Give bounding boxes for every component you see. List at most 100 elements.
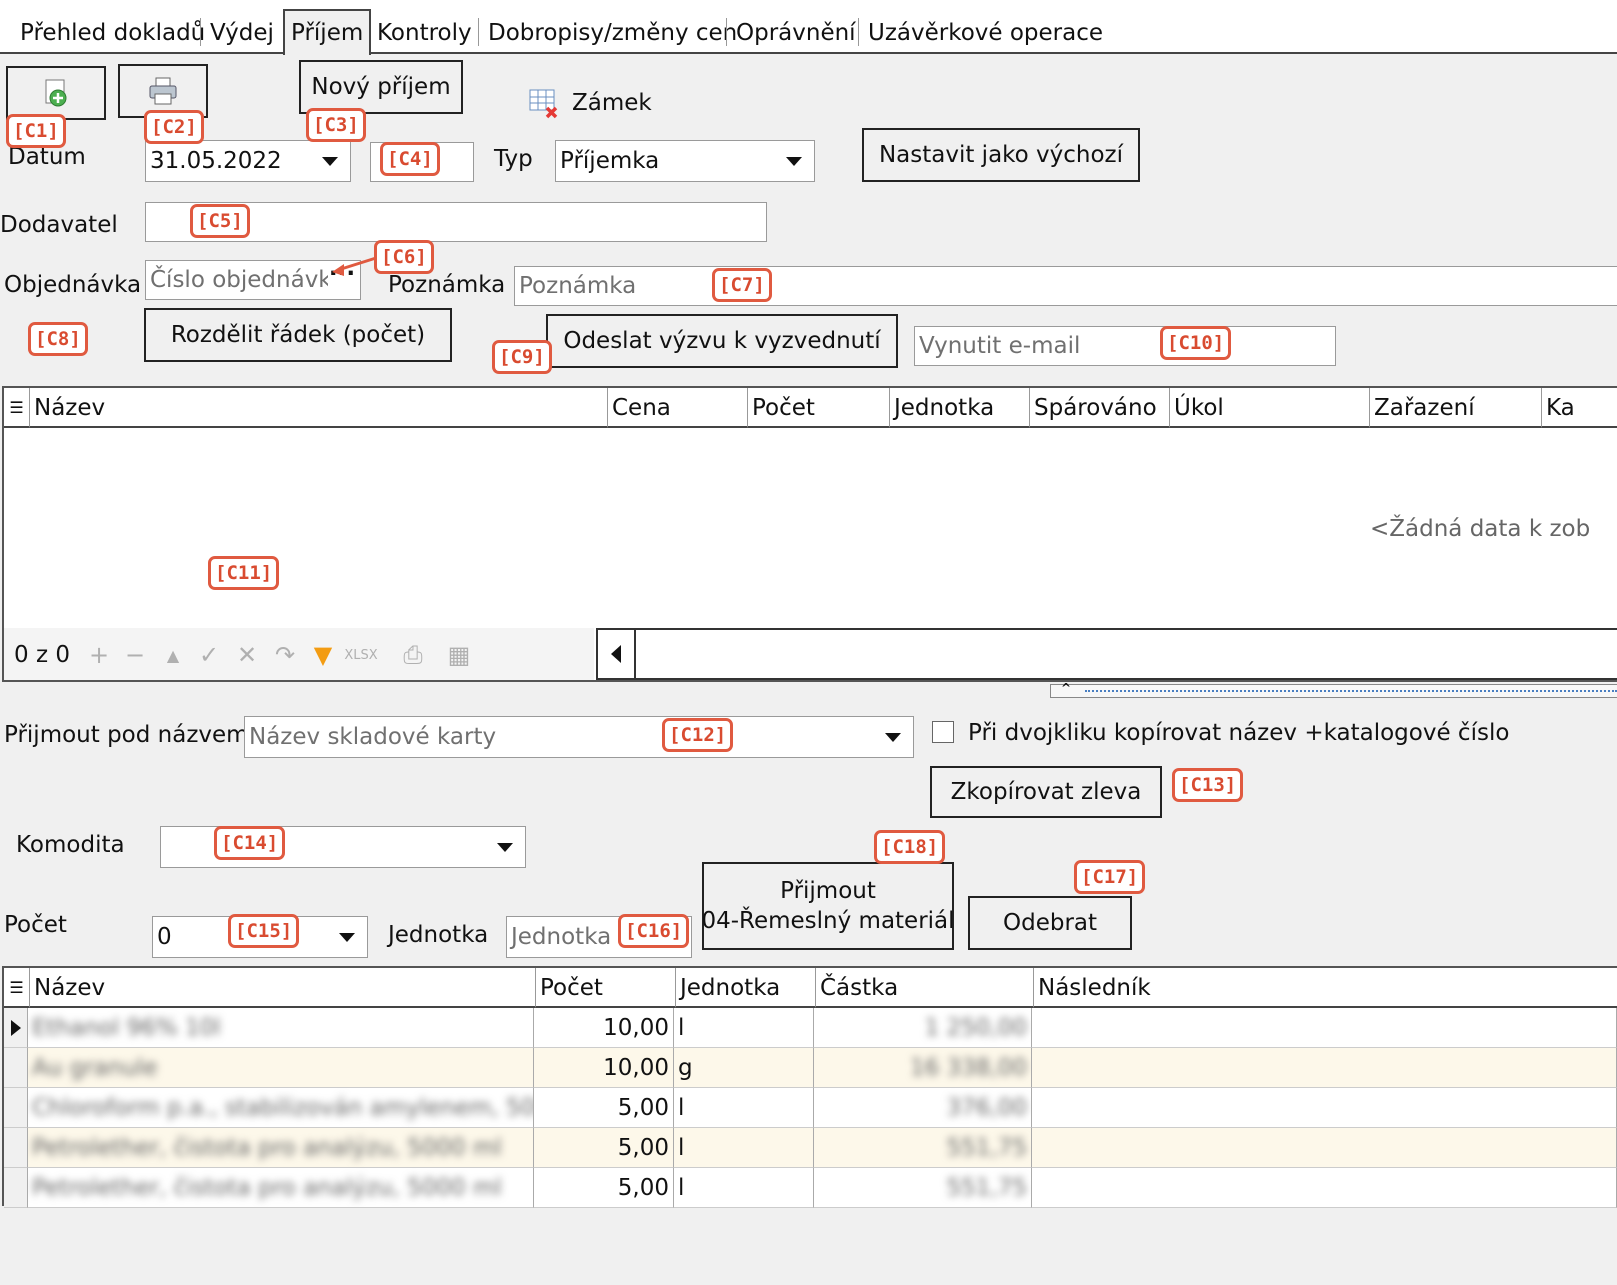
marker-c18: [C18] (874, 830, 946, 864)
tab-dobropisy[interactable]: Dobropisy/změny cen (488, 14, 737, 52)
column-header-castka[interactable]: Částka (816, 968, 1034, 1008)
column-header-nazev[interactable]: Název (30, 968, 536, 1008)
table-row[interactable]: Chloroform p.a., stabilizován amylenem, … (4, 1088, 1617, 1128)
column-header-nazev[interactable]: Název (30, 388, 608, 428)
cell-castka-value: 1 250,00 (924, 1015, 1027, 1041)
scroll-left-icon[interactable] (598, 630, 636, 678)
chevron-down-icon[interactable] (786, 157, 802, 166)
layout-grid-icon[interactable]: ▦ (442, 630, 476, 680)
chevron-down-icon[interactable] (497, 843, 513, 852)
cell-nazev[interactable]: Au granule (28, 1048, 534, 1088)
cell-nazev[interactable]: Petrolether, čistota pro analýzu, 5000 m… (28, 1128, 534, 1168)
tab-vydej[interactable]: Výdej (210, 14, 274, 52)
objednavka-label: Objednávka (4, 272, 142, 298)
column-header-naslednik[interactable]: Následník (1034, 968, 1617, 1008)
poznamka-field[interactable]: Poznámka (514, 266, 1617, 306)
datum-field[interactable]: 31.05.2022 (145, 140, 351, 182)
accept-button[interactable]: Přijmout 04-Řemeslný materiál (701, 862, 955, 950)
column-header-zarazeni[interactable]: Zařazení (1370, 388, 1542, 428)
excel-export-icon[interactable]: XLSX (344, 630, 378, 680)
typ-select[interactable]: Příjemka (555, 140, 815, 182)
column-header-pocet[interactable]: Počet (536, 968, 676, 1008)
tab-kontroly[interactable]: Kontroly (377, 14, 472, 52)
typ-value: Příjemka (560, 148, 660, 174)
plus-icon[interactable]: + (82, 630, 116, 680)
cell-naslednik[interactable] (1032, 1048, 1617, 1088)
cell-nazev[interactable]: Chloroform p.a., stabilizován amylenem, … (28, 1088, 534, 1128)
up-icon[interactable]: ▲ (156, 630, 190, 680)
splitter-handle[interactable]: ^ (1050, 681, 1617, 698)
row-indicator-icon[interactable] (4, 1008, 28, 1048)
print-grid-icon[interactable]: ⎙ (396, 630, 430, 680)
chevron-down-icon[interactable] (885, 733, 901, 742)
copy-name-checkbox[interactable] (932, 721, 954, 743)
cell-jednotka-value: l (678, 1175, 685, 1201)
column-header-sparovano[interactable]: Spárováno (1030, 388, 1170, 428)
column-header-pocet[interactable]: Počet (748, 388, 890, 428)
column-header-ukol[interactable]: Úkol (1170, 388, 1370, 428)
cell-naslednik[interactable] (1032, 1008, 1617, 1048)
copy-left-button[interactable]: Zkopírovat zleva (930, 766, 1162, 818)
cell-pocet[interactable]: 10,00 (534, 1048, 674, 1088)
cell-castka[interactable]: 551,75 (814, 1128, 1032, 1168)
cell-jednotka[interactable]: l (674, 1008, 814, 1048)
cell-naslednik[interactable] (1032, 1128, 1617, 1168)
column-header-ka[interactable]: Ka (1542, 388, 1617, 428)
cell-castka[interactable]: 1 250,00 (814, 1008, 1032, 1048)
table-row[interactable]: Petrolether, čistota pro analýzu, 5000 m… (4, 1168, 1617, 1208)
column-header-jednotka[interactable]: Jednotka (890, 388, 1030, 428)
marker-c16: [C16] (618, 914, 690, 948)
collapse-up-icon[interactable]: ^ (1061, 681, 1071, 695)
cell-naslednik[interactable] (1032, 1168, 1617, 1208)
copy-name-checkbox-label[interactable]: Při dvojkliku kopírovat název +katalogov… (968, 720, 1509, 746)
split-row-button[interactable]: Rozdělit řádek (počet) (144, 308, 452, 362)
refresh-icon[interactable]: ↷ (268, 630, 302, 680)
column-header-cena[interactable]: Cena (608, 388, 748, 428)
add-button[interactable] (6, 66, 106, 120)
chevron-down-icon[interactable] (322, 157, 338, 166)
check-icon[interactable]: ✓ (192, 630, 226, 680)
cell-castka[interactable]: 551,75 (814, 1168, 1032, 1208)
table-row[interactable]: Ethanol 96% 10l 10,00 l 1 250,00 (4, 1008, 1617, 1048)
cell-nazev[interactable]: Ethanol 96% 10l (28, 1008, 534, 1048)
row-selector[interactable] (4, 1088, 28, 1128)
horizontal-scrollbar[interactable] (596, 628, 1617, 680)
column-header-jednotka[interactable]: Jednotka (676, 968, 816, 1008)
receive-name-select[interactable]: Název skladové karty (244, 716, 914, 758)
cell-naslednik[interactable] (1032, 1088, 1617, 1128)
tab-prijem[interactable]: Příjem (283, 9, 372, 55)
tab-prehled[interactable]: Přehled dokladů (20, 14, 205, 52)
tab-opravneni[interactable]: Oprávnění (736, 14, 856, 52)
cell-pocet[interactable]: 5,00 (534, 1088, 674, 1128)
cell-jednotka[interactable]: l (674, 1088, 814, 1128)
row-selector[interactable] (4, 1048, 28, 1088)
table-row[interactable]: Au granule 10,00 g 16 338,00 (4, 1048, 1617, 1088)
cell-jednotka[interactable]: l (674, 1128, 814, 1168)
cell-castka[interactable]: 376,00 (814, 1088, 1032, 1128)
email-field[interactable]: Vynutit e-mail (914, 326, 1336, 366)
marker-c8: [C8] (28, 322, 88, 356)
komodita-label: Komodita (16, 832, 125, 858)
row-selector[interactable] (4, 1128, 28, 1168)
send-pickup-button[interactable]: Odeslat výzvu k vyzvednutí (546, 314, 898, 368)
cell-castka[interactable]: 16 338,00 (814, 1048, 1032, 1088)
remove-button[interactable]: Odebrat (968, 896, 1132, 950)
chevron-down-icon[interactable] (339, 933, 355, 942)
filter-icon[interactable]: ▼ (306, 630, 340, 680)
column-chooser-icon[interactable]: ☰ (4, 968, 30, 1008)
table-row[interactable]: Petrolether, čistota pro analýzu, 5000 m… (4, 1128, 1617, 1168)
cancel-icon[interactable]: ✕ (230, 630, 264, 680)
tab-uzaverkove[interactable]: Uzávěrkové operace (868, 14, 1103, 52)
row-selector[interactable] (4, 1168, 28, 1208)
cell-jednotka[interactable]: l (674, 1168, 814, 1208)
cell-jednotka[interactable]: g (674, 1048, 814, 1088)
minus-icon[interactable]: − (118, 630, 152, 680)
set-default-button[interactable]: Nastavit jako výchozí (862, 128, 1140, 182)
cell-pocet[interactable]: 10,00 (534, 1008, 674, 1048)
cell-pocet[interactable]: 5,00 (534, 1128, 674, 1168)
cell-pocet[interactable]: 5,00 (534, 1168, 674, 1208)
cell-nazev[interactable]: Petrolether, čistota pro analýzu, 5000 m… (28, 1168, 534, 1208)
new-receipt-button[interactable]: Nový příjem (299, 60, 463, 114)
lock-button[interactable]: Zámek (528, 88, 652, 120)
column-chooser-icon[interactable]: ☰ (4, 388, 30, 428)
